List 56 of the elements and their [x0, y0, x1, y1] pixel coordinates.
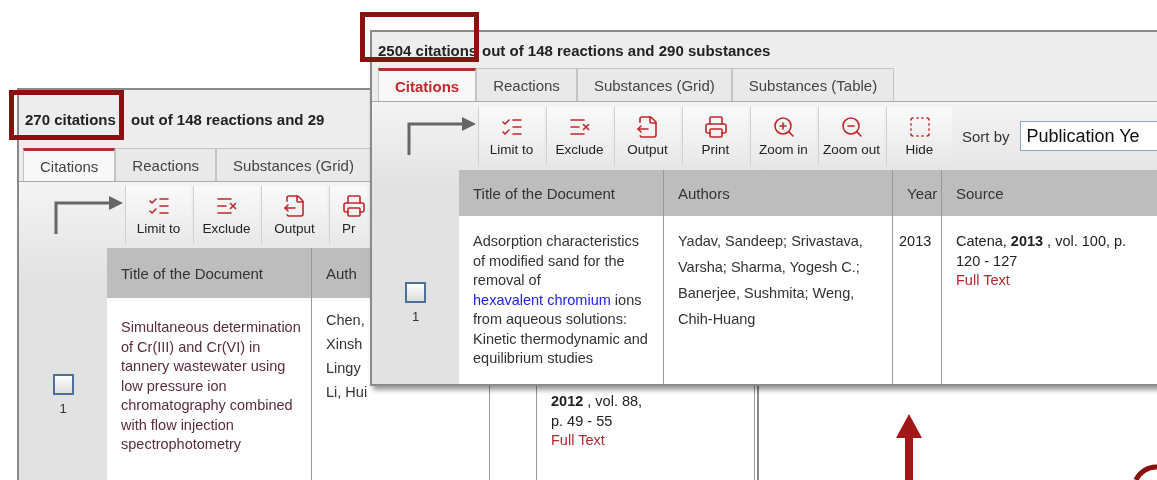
results-summary: out of 148 reactions and 290 substances: [482, 41, 771, 59]
row-checkbox[interactable]: [52, 374, 74, 395]
source-text: Catena, 2013 , vol. 100, p. 120 - 127: [956, 232, 1128, 271]
row-number: 1: [59, 401, 67, 416]
toolbar-button[interactable]: Limit to: [478, 107, 544, 165]
results-summary: out of 148 reactions and 29: [131, 110, 325, 128]
column-header: Source: [942, 170, 1157, 216]
toolbar-button[interactable]: Hide: [886, 107, 952, 165]
toolbar-button[interactable]: Pr: [329, 186, 367, 244]
up-arrow-icon: [896, 414, 922, 480]
sort-label: Sort by: [962, 127, 1010, 145]
citation-count: 2504 citations: [378, 41, 478, 59]
dashed-square-icon: [907, 115, 932, 139]
corner-arrow-icon: [53, 196, 123, 234]
full-text-link[interactable]: Full Text: [551, 431, 605, 451]
column-header: Title of the Document: [107, 248, 312, 298]
tab[interactable]: Reactions: [115, 148, 217, 181]
author-text: Li, Hui: [326, 383, 368, 402]
row-number: 1: [411, 309, 420, 324]
toolbar-button[interactable]: Exclude: [193, 186, 259, 244]
toolbar-button[interactable]: Exclude: [546, 107, 612, 165]
full-text-link[interactable]: Full Text: [956, 271, 1010, 291]
year-text: 2013: [899, 232, 933, 251]
toolbar-button[interactable]: Zoom in: [750, 107, 816, 165]
authors-text: Yadav, Sandeep; Srivastava, Varsha; Sharma, Yogesh C.; Banerjee, Sushmita; Weng, Chih-Huang: [678, 232, 864, 329]
toolbar-button[interactable]: Output: [614, 107, 680, 165]
toolbar-button[interactable]: Output: [261, 186, 327, 244]
citation-count: 270 citations: [25, 110, 116, 128]
file-arrow-icon: [635, 115, 660, 139]
zoom-in-icon: [771, 115, 796, 139]
toolbar-button[interactable]: Print: [682, 107, 748, 165]
tab[interactable]: Citations: [23, 148, 116, 181]
zoom-out-icon: [839, 115, 864, 139]
file-arrow-icon: [282, 194, 307, 218]
column-header: Year: [893, 170, 942, 216]
column-header: Title of the Document: [459, 170, 664, 216]
tab[interactable]: Substances (Grid): [216, 148, 371, 181]
row-checkbox[interactable]: [405, 282, 426, 303]
tab[interactable]: Citations: [378, 68, 477, 101]
author-text: Chen,: [326, 311, 365, 330]
pages-text: p. 49 - 55: [551, 411, 614, 431]
tab[interactable]: Substances (Grid): [576, 68, 732, 101]
column-header: Authors: [664, 170, 893, 216]
source-text: 2012 , vol. 88,: [551, 392, 644, 411]
circle-marker-icon: [1133, 464, 1157, 480]
document-title: Simultaneous determination of Cr(III) and Cr(VI) in tannery wastewater using low pressure ion chromatography combined with flow injection spectrophotometry: [121, 318, 302, 454]
author-text: Lingy: [326, 359, 361, 378]
printer-icon: [703, 115, 728, 139]
author-text: Xinsh: [326, 335, 363, 354]
toolbar-button[interactable]: Limit to: [125, 186, 191, 244]
corner-arrow-icon: [406, 117, 476, 155]
tab[interactable]: Substances (Table): [731, 68, 895, 101]
printer-icon: [342, 194, 366, 218]
tab[interactable]: Reactions: [476, 68, 577, 101]
sort-dropdown[interactable]: Publication Ye: [1019, 121, 1157, 151]
toolbar-button[interactable]: Zoom out: [818, 107, 884, 165]
